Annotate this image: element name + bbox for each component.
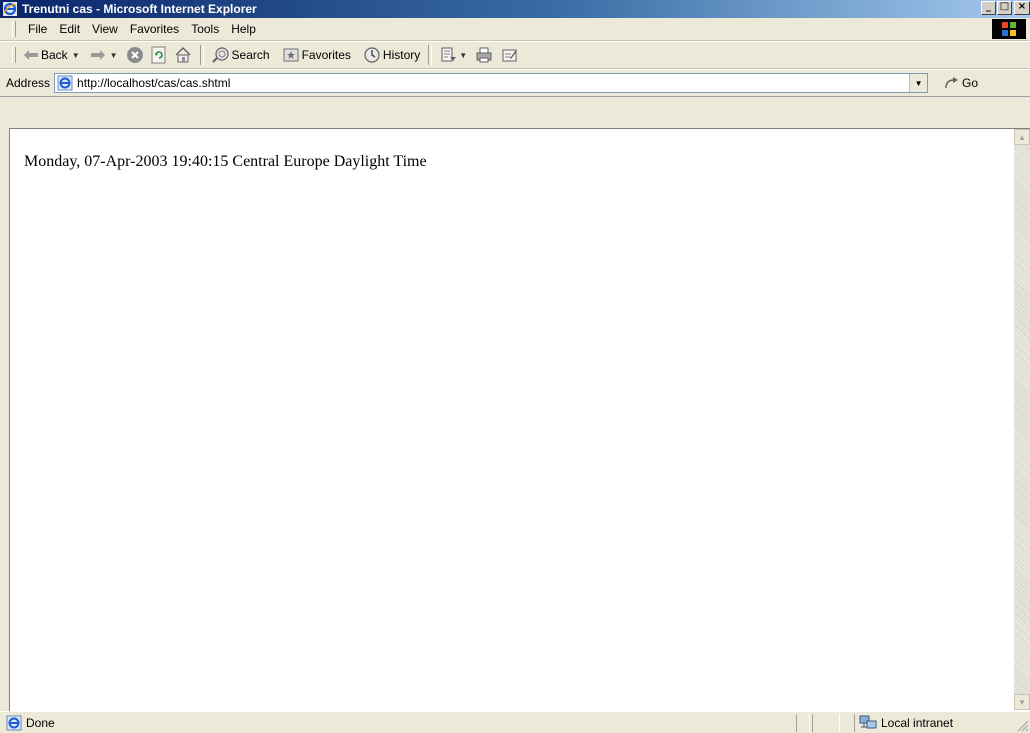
mail-button[interactable]: ▼ (437, 44, 470, 66)
print-button[interactable] (472, 44, 496, 66)
home-button[interactable] (171, 44, 195, 66)
address-label: Address (6, 76, 51, 90)
current-time-text: Monday, 07-Apr-2003 19:40:15 Central Eur… (24, 153, 427, 170)
search-icon (211, 47, 229, 63)
menu-help[interactable]: Help (225, 22, 262, 36)
refresh-button[interactable] (147, 44, 171, 66)
scroll-down-icon[interactable]: ▼ (1014, 694, 1030, 710)
history-button[interactable]: History (360, 44, 423, 66)
mail-icon (441, 47, 457, 62)
menu-favorites[interactable]: Favorites (124, 22, 185, 36)
window-title: Trenutni cas - Microsoft Internet Explor… (22, 2, 257, 16)
zone-pane[interactable]: Local intranet (854, 713, 1004, 732)
mail-dropdown-icon[interactable]: ▼ (459, 51, 467, 60)
menu-edit[interactable]: Edit (53, 22, 86, 36)
scroll-up-icon[interactable]: ▲ (1014, 129, 1030, 145)
back-label: Back (41, 48, 68, 62)
title-bar[interactable]: Trenutni cas - Microsoft Internet Explor… (0, 0, 1030, 18)
back-button[interactable]: Back ▼ (20, 44, 83, 66)
address-dropdown-button[interactable]: ▼ (909, 74, 928, 92)
vertical-scrollbar[interactable]: ▲ ▼ (1014, 129, 1030, 710)
go-label: Go (962, 76, 979, 90)
forward-arrow-icon (90, 50, 105, 60)
menu-file[interactable]: File (22, 22, 53, 36)
toolbar-grip[interactable] (12, 47, 16, 63)
toolbar-separator (199, 45, 204, 65)
toolbar-separator (428, 45, 433, 65)
windows-logo-throbber (992, 19, 1026, 39)
address-input[interactable]: http://localhost/cas/cas.shtml ▼ (54, 73, 929, 93)
windows-logo-icon (1002, 22, 1016, 36)
zone-label: Local intranet (881, 715, 954, 730)
menu-bar: File Edit View Favorites Tools Help (0, 18, 1030, 41)
caption-buttons: _ □ × (980, 1, 1030, 15)
refresh-icon (151, 46, 166, 64)
local-intranet-icon (859, 715, 877, 728)
status-bar: Done Local intranet (0, 711, 1030, 733)
resize-grip-icon[interactable] (1017, 720, 1029, 732)
history-icon (364, 47, 380, 63)
status-main-pane: Done (0, 715, 780, 731)
status-pane-progress (796, 713, 810, 732)
forward-dropdown-icon[interactable]: ▼ (110, 51, 118, 60)
stop-icon (126, 47, 143, 63)
favorites-button[interactable]: Favorites (279, 44, 354, 66)
home-icon (175, 47, 191, 63)
maximize-button[interactable]: □ (997, 1, 1012, 15)
edit-button[interactable] (498, 44, 522, 66)
menubar-grip[interactable] (12, 21, 16, 37)
page-icon (57, 75, 73, 91)
page-done-icon (6, 715, 22, 730)
internet-explorer-icon (3, 2, 17, 16)
history-label: History (382, 48, 421, 62)
page-content: Monday, 07-Apr-2003 19:40:15 Central Eur… (10, 129, 1013, 710)
go-arrow-icon (945, 77, 959, 89)
print-icon (476, 47, 492, 63)
favorites-label: Favorites (301, 48, 351, 62)
back-dropdown-icon[interactable]: ▼ (72, 51, 80, 60)
standard-toolbar: Back ▼ ▼ Search Favorites History ▼ (0, 41, 1030, 69)
stop-button[interactable] (123, 44, 147, 66)
browser-window: Trenutni cas - Microsoft Internet Explor… (0, 0, 1030, 733)
address-bar: Address http://localhost/cas/cas.shtml ▼… (0, 69, 1030, 97)
search-label: Search (231, 48, 270, 62)
address-url: http://localhost/cas/cas.shtml (77, 76, 231, 90)
edit-icon (502, 49, 518, 62)
back-arrow-icon (24, 50, 38, 60)
go-button[interactable]: Go (944, 76, 978, 90)
status-text: Done (26, 715, 55, 730)
search-button[interactable]: Search (209, 44, 273, 66)
forward-button[interactable]: ▼ (87, 44, 121, 66)
menu-view[interactable]: View (86, 22, 124, 36)
favorites-icon (283, 48, 299, 62)
menu-tools[interactable]: Tools (185, 22, 225, 36)
content-frame: Monday, 07-Apr-2003 19:40:15 Central Eur… (9, 128, 1030, 711)
minimize-button[interactable]: _ (981, 1, 996, 15)
close-button[interactable]: × (1014, 1, 1030, 15)
status-pane-security (812, 713, 840, 732)
